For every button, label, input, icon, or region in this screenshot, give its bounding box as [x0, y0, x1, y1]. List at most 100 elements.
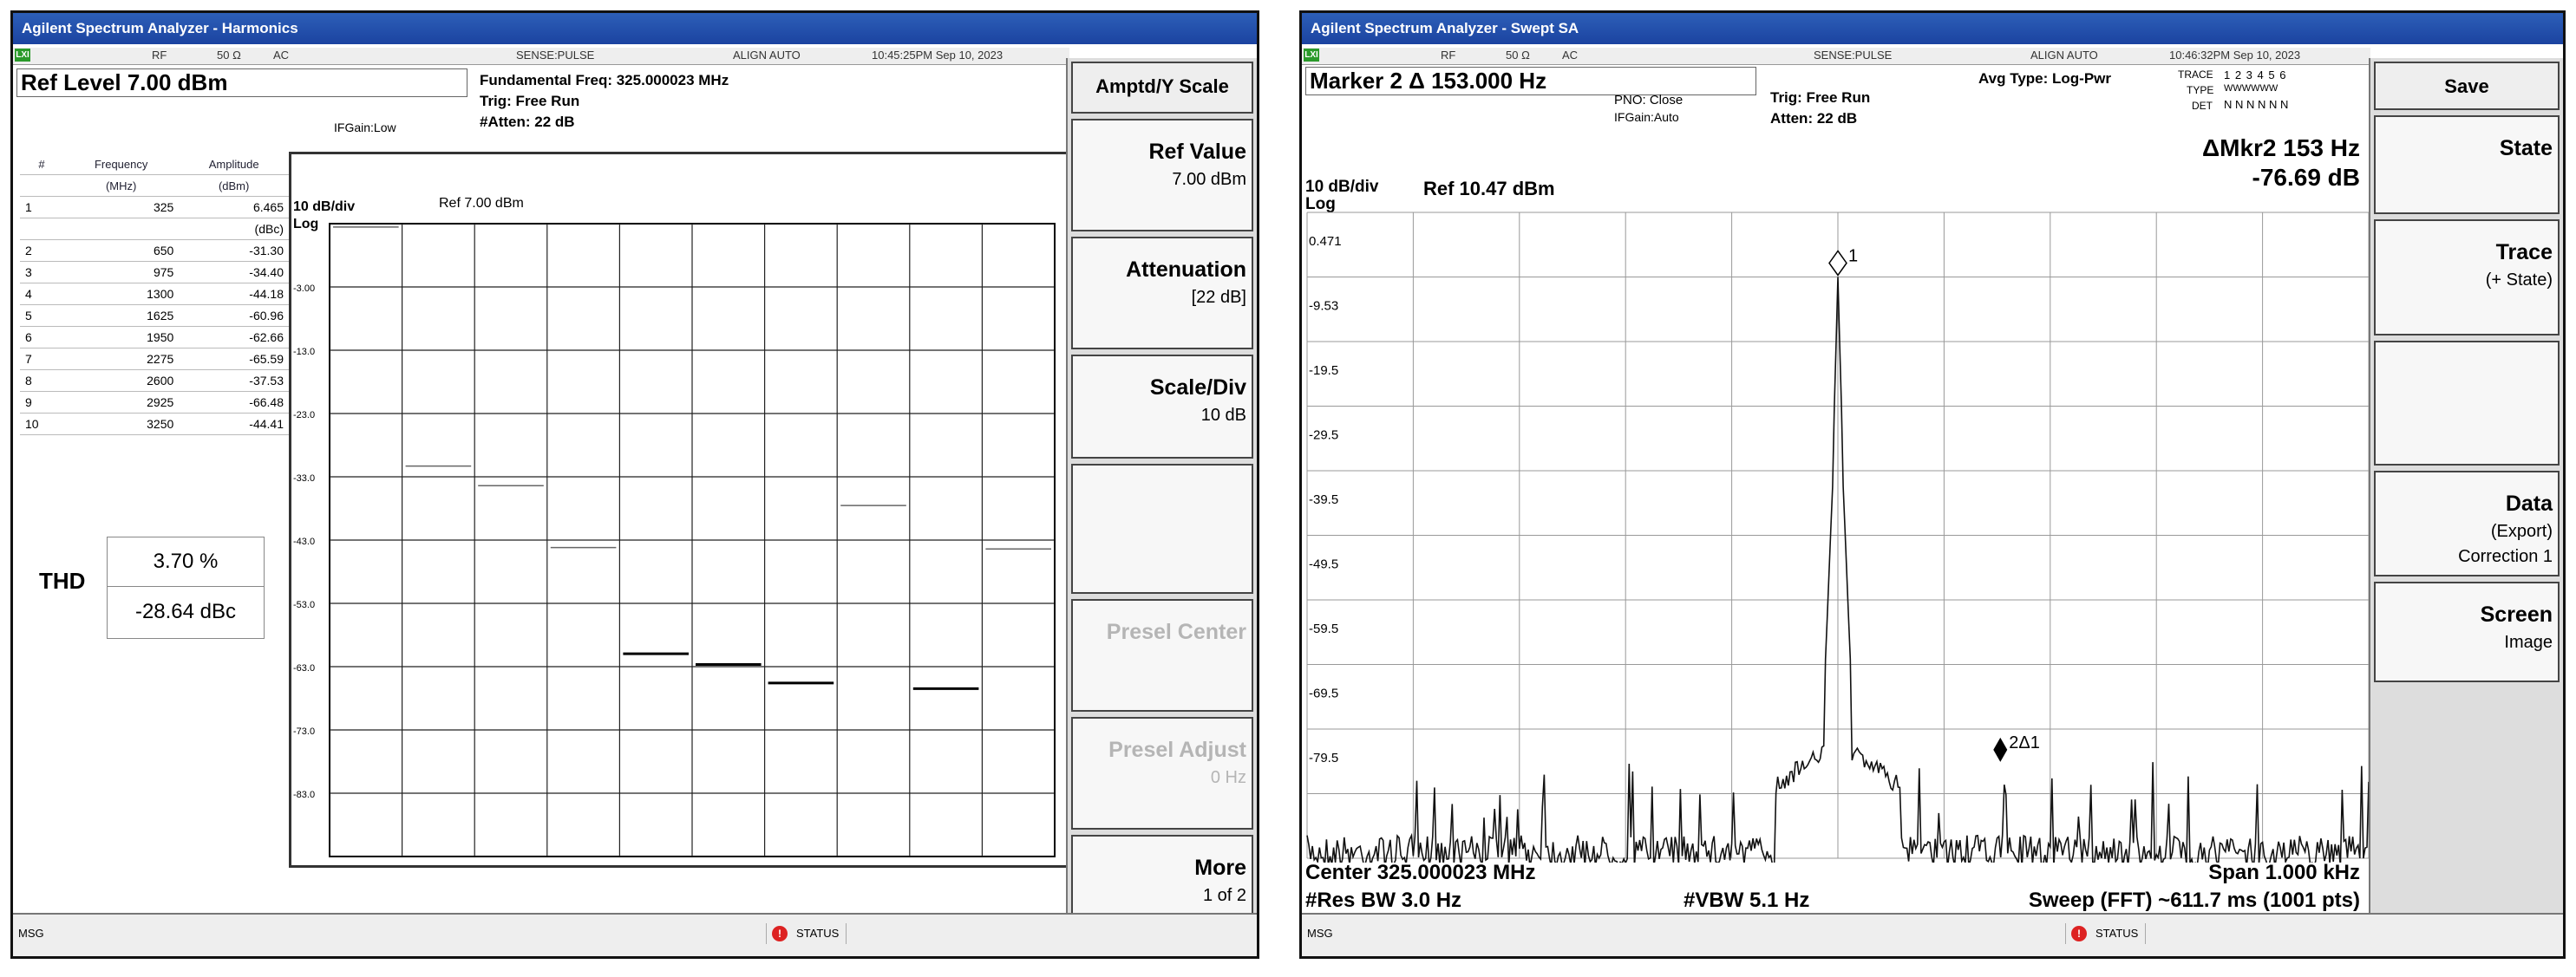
status-button[interactable]: ! STATUS — [766, 923, 847, 944]
harmonic-number: 9 — [20, 391, 64, 414]
det-label: DET — [2192, 100, 2213, 112]
marker-2-label: 2Δ1 — [2009, 733, 2040, 752]
coupling: AC — [1562, 49, 1579, 62]
vbw: #VBW 5.1 Hz — [1684, 889, 1810, 912]
softkey-subtitle: (+ State) — [2485, 270, 2553, 290]
table-row: 4 1300 -44.18 — [20, 283, 289, 305]
status-strip: LXI RF 50 Ω AC SENSE:PULSE ALIGN AUTO 10… — [13, 48, 1069, 65]
y-tick-label: -53.0 — [293, 600, 315, 610]
thd-dbc: -28.64 dBc — [134, 600, 237, 623]
table-row: 8 2600 -37.53 — [20, 369, 289, 392]
softkey-title: Save — [2444, 75, 2489, 97]
impedance: 50 Ω — [217, 49, 241, 62]
softkey-presel-adjust[interactable]: Presel Adjust 0 Hz — [1071, 717, 1253, 830]
harmonic-freq: 3250 — [63, 413, 180, 435]
softkey-save[interactable]: Save — [2374, 62, 2560, 110]
status-strip: LXI RF 50 Ω AC SENSE:PULSE ALIGN AUTO 10… — [1302, 48, 2370, 65]
softkey-title: Ref Value — [1148, 140, 1246, 164]
ref-level: Ref Level 7.00 dBm — [16, 68, 467, 97]
sense-mode: SENSE:PULSE — [1814, 49, 1893, 62]
msg-label: MSG — [18, 927, 44, 940]
spectrum-graticule: 0.471 -9.53 -19.5 -29.5 -39.5 -49.5 -59.5 -69.5… — [1306, 212, 2370, 863]
y-tick-label: -29.5 — [1309, 427, 1338, 442]
harmonic-freq: 1625 — [63, 304, 180, 327]
align-mode: ALIGN AUTO — [2030, 49, 2098, 62]
marker-readout: Marker 2 Δ 153.000 Hz — [1305, 67, 1756, 95]
marker-1-label: 1 — [1848, 246, 1858, 265]
softkey-blank[interactable] — [2374, 341, 2560, 466]
softkey-attenuation[interactable]: Attenuation [22 dB] — [1071, 237, 1253, 349]
harmonic-number: 7 — [20, 348, 64, 370]
y-tick-label: -19.5 — [1309, 363, 1338, 378]
thd-label: THD — [39, 568, 86, 594]
type-label: TYPE — [2187, 84, 2214, 96]
softkey-title: Scale/Div — [1149, 375, 1246, 400]
softkey-subtitle: Image — [2504, 633, 2553, 652]
avg-type: Avg Type: Log-Pwr — [1978, 70, 2111, 87]
softkey-panel: Save State Trace (+ State) Data (Export) Corre… — [2369, 58, 2563, 913]
status-button[interactable]: ! STATUS — [2065, 923, 2147, 944]
y-tick-label: -49.5 — [1309, 557, 1338, 571]
delta-marker-db: -76.69 dB — [2252, 164, 2361, 191]
bottom-bar: MSG ! STATUS — [13, 913, 1257, 956]
span: Span 1.000 kHz — [2208, 861, 2360, 884]
marker-2-icon[interactable] — [1993, 737, 2008, 762]
harmonic-number: 8 — [20, 369, 64, 392]
softkey-subtitle: 7.00 dBm — [1172, 170, 1246, 189]
softkey-data[interactable]: Data (Export) Correction 1 — [2374, 471, 2560, 576]
table-row: (dBc) — [20, 218, 289, 240]
y-tick-label: -9.53 — [1309, 298, 1338, 313]
y-tick-label: -59.5 — [1309, 622, 1338, 636]
harmonic-freq: 1300 — [63, 283, 180, 305]
res-bw: #Res BW 3.0 Hz — [1305, 889, 1462, 912]
softkey-title: Trace — [2495, 240, 2553, 264]
if-gain: IFGain:Low — [334, 120, 396, 134]
status-button-label: STATUS — [796, 927, 840, 940]
harmonic-freq: 325 — [63, 196, 180, 218]
window-title: Agilent Spectrum Analyzer - Harmonics — [13, 13, 1257, 44]
window-title: Agilent Spectrum Analyzer - Swept SA — [1302, 13, 2563, 44]
softkey-subtitle: 1 of 2 — [1202, 886, 1246, 905]
softkey-subtitle: (Export) — [2490, 522, 2553, 541]
col-number: # — [20, 153, 64, 175]
center-freq: Center 325.000023 MHz — [1305, 861, 1536, 884]
softkey-amptd-y-scale[interactable]: Amptd/Y Scale — [1071, 62, 1253, 114]
softkey-state[interactable]: State — [2374, 115, 2560, 214]
table-row: 9 2925 -66.48 — [20, 391, 289, 414]
type-values: WWWWWW — [2224, 83, 2279, 94]
sense-mode: SENSE:PULSE — [516, 49, 595, 62]
softkey-subtitle: 0 Hz — [1210, 768, 1246, 787]
impedance: 50 Ω — [1506, 49, 1530, 62]
softkey-scale-div[interactable]: Scale/Div 10 dB — [1071, 355, 1253, 459]
thd-percent: 3.70 % — [108, 537, 264, 587]
harmonics-plot-frame: 10 dB/div Log Ref 7.00 dBm -3.00 -13.0 -23… — [289, 152, 1075, 868]
softkey-screen[interactable]: Screen Image — [2374, 582, 2560, 682]
harmonic-number: 3 — [20, 261, 64, 283]
y-tick-label: -43.0 — [293, 537, 315, 547]
harmonic-number: 4 — [20, 283, 64, 305]
softkey-subtitle: 10 dB — [1200, 406, 1246, 425]
attenuation: Atten: 22 dB — [1770, 110, 1858, 127]
softkey-trace[interactable]: Trace (+ State) — [2374, 219, 2560, 335]
softkey-title: Presel Adjust — [1108, 738, 1246, 762]
harmonic-amp: -65.59 — [179, 348, 289, 370]
rf-input: RF — [152, 49, 167, 62]
marker-1-icon[interactable] — [1828, 250, 1847, 277]
harmonic-number: 6 — [20, 326, 64, 348]
softkey-blank[interactable] — [1071, 464, 1253, 594]
softkey-title: Presel Center — [1106, 620, 1246, 644]
harmonics-window: Agilent Spectrum Analyzer - Harmonics LX… — [10, 10, 1259, 959]
softkey-title: Amptd/Y Scale — [1095, 75, 1229, 97]
delta-marker-freq: ΔMkr2 153 Hz — [2202, 134, 2360, 161]
if-gain: IFGain:Auto — [1614, 110, 1679, 124]
det-values: N N N N N N — [2224, 98, 2289, 111]
softkey-ref-value[interactable]: Ref Value 7.00 dBm — [1071, 119, 1253, 231]
harmonics-graticule: -3.00 -13.0 -23.0 -33.0 -43.0 -53.0 -63.0 -73.0… — [293, 223, 1056, 857]
softkey-presel-center[interactable]: Presel Center — [1071, 599, 1253, 712]
table-row: 1 325 6.465 — [20, 196, 289, 218]
harmonic-freq: 1950 — [63, 326, 180, 348]
swept-sa-window: Agilent Spectrum Analyzer - Swept SA LXI… — [1299, 10, 2566, 959]
subheader-blank — [20, 174, 64, 197]
subheader-amp-unit: (dBm) — [179, 174, 289, 197]
y-tick-label: -13.0 — [293, 347, 315, 357]
